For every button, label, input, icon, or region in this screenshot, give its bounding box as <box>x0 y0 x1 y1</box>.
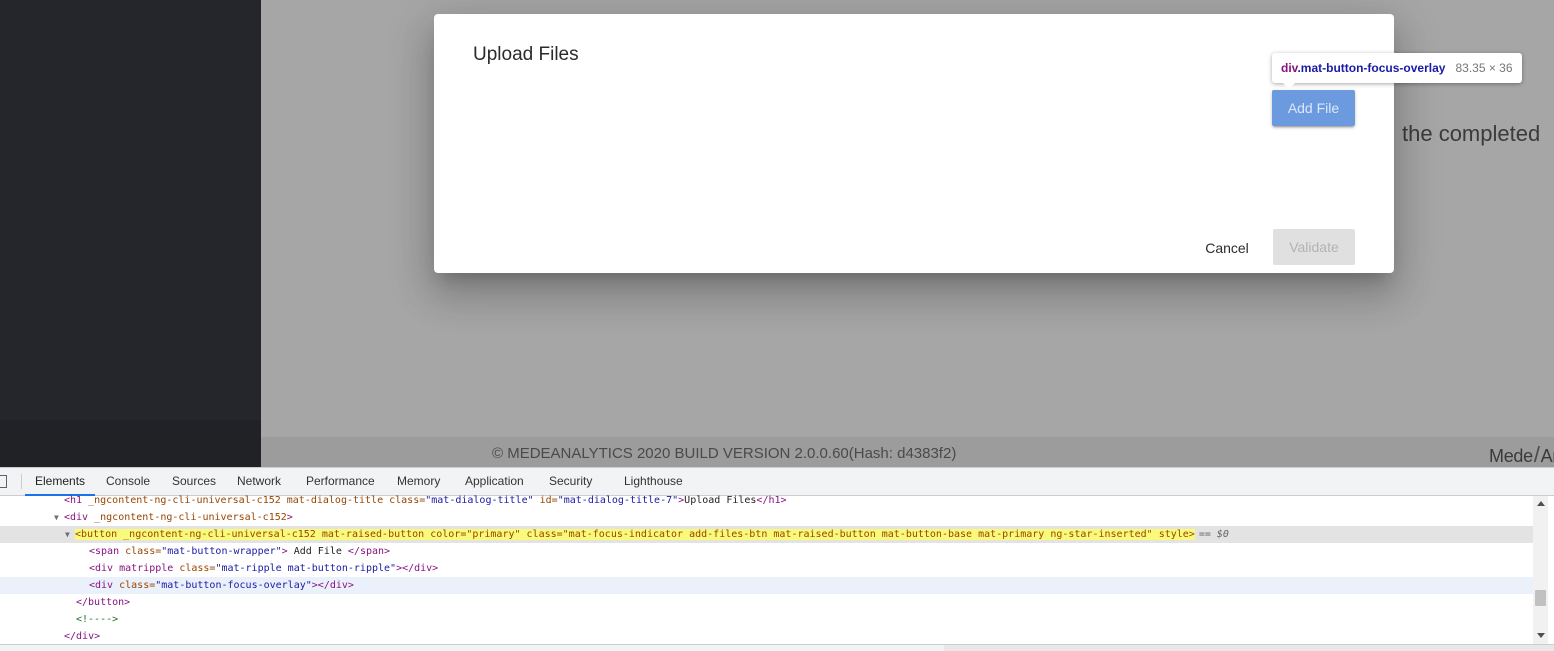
sidebar-bottom-strip <box>0 420 261 467</box>
dom-attr: class= <box>125 546 162 557</box>
tooltip-dimensions: 83.35 × 36 <box>1455 61 1513 75</box>
dom-line-h1[interactable]: <h1 _ngcontent-ng-cli-universal-c152 mat… <box>0 492 1533 509</box>
dom-line-button-selected[interactable]: ▼ <button _ngcontent-ng-cli-universal-c15… <box>0 526 1533 543</box>
dom-selected-marker: == $0 <box>1198 529 1229 540</box>
dom-text: Add File <box>287 546 348 557</box>
tab-performance[interactable]: Performance <box>306 468 375 495</box>
tab-application[interactable]: Application <box>465 468 524 495</box>
tooltip-class: .mat-button-focus-overlay <box>1297 61 1446 75</box>
device-toggle-icon[interactable] <box>0 475 7 488</box>
dom-attr: _ngcontent-ng-cli-universal-c152 <box>94 512 287 523</box>
dom-text: Upload Files <box>684 495 757 506</box>
tooltip-tag: div <box>1281 61 1298 75</box>
footer-logo-left: Mede <box>1489 446 1533 466</box>
tab-sources[interactable]: Sources <box>172 468 216 495</box>
inspect-tooltip: div.mat-button-focus-overlay 83.35 × 36 <box>1272 53 1522 83</box>
dom-line-comment[interactable]: <!----> <box>0 611 1533 628</box>
validate-button[interactable]: Validate <box>1273 229 1355 265</box>
scroll-down-icon[interactable] <box>1537 633 1545 638</box>
dom-tag: </div> <box>64 631 101 642</box>
expand-triangle-icon[interactable]: ▼ <box>54 509 64 526</box>
dom-tag: <div matripple <box>89 563 180 574</box>
tooltip-arrow <box>1282 82 1296 89</box>
dom-tag: <h1 <box>64 495 89 506</box>
dom-attr: id= <box>533 495 558 506</box>
footer-logo: Mede/An <box>1489 442 1554 467</box>
scroll-up-icon[interactable] <box>1537 501 1545 506</box>
dom-attr: _ngcontent-ng-cli-universal-c152 mat-dia… <box>88 495 390 506</box>
dom-tag: <span <box>89 546 126 557</box>
dom-attr: class= <box>389 495 426 506</box>
dom-tag: > <box>286 512 293 523</box>
tab-security[interactable]: Security <box>549 468 592 495</box>
dom-line-span[interactable]: <span class="mat-button-wrapper"> Add Fi… <box>0 543 1533 560</box>
dom-line-ripple[interactable]: <div matripple class="mat-ripple mat-but… <box>0 560 1533 577</box>
dom-line-button-close[interactable]: </button> <box>0 594 1533 611</box>
sidebar <box>0 0 261 467</box>
dom-line-focus-overlay[interactable]: <div class="mat-button-focus-overlay"></… <box>0 577 1533 594</box>
devtools-bottom-bar <box>0 644 1554 651</box>
cancel-button[interactable]: Cancel <box>1196 230 1258 266</box>
dom-attr-value: "mat-button-focus-overlay" <box>155 580 312 591</box>
dom-attr-value: "mat-ripple mat-button-ripple" <box>215 563 397 574</box>
expand-triangle-icon[interactable]: ▼ <box>65 526 75 543</box>
tab-memory[interactable]: Memory <box>397 468 440 495</box>
dom-line-div-close[interactable]: </div> <box>0 628 1533 645</box>
dom-tag: ></div> <box>396 563 439 574</box>
tab-separator <box>21 474 22 489</box>
dom-tag: </h1> <box>756 495 787 506</box>
dom-attr-value: "mat-dialog-title" <box>425 495 534 506</box>
dom-tag: <div <box>64 512 95 523</box>
background-page-text: the completed <box>1383 121 1540 147</box>
dom-attr-value: "mat-dialog-title-7" <box>557 495 679 506</box>
tab-lighthouse[interactable]: Lighthouse <box>624 468 683 495</box>
dom-attr: class= <box>179 563 216 574</box>
dom-tag: </span> <box>347 546 391 557</box>
dom-tag: <div <box>89 580 120 591</box>
add-file-button[interactable]: Add File <box>1272 90 1355 126</box>
devtools-bottom-right <box>944 645 1554 651</box>
background-text-label: the completed <box>1402 121 1541 146</box>
page-footer: © MEDEANALYTICS 2020 BUILD VERSION 2.0.0… <box>261 437 1554 467</box>
dom-line-div[interactable]: ▼ <div _ngcontent-ng-cli-universal-c152> <box>0 509 1533 526</box>
dom-tag: ></div> <box>311 580 354 591</box>
footer-logo-right: An <box>1540 446 1554 466</box>
tooltip-selector: div.mat-button-focus-overlay <box>1281 61 1445 75</box>
scrollbar-thumb[interactable] <box>1535 590 1546 606</box>
dom-button-tag: <button _ngcontent-ng-cli-universal-c152… <box>75 529 1195 540</box>
button-focus-overlay <box>1272 90 1355 126</box>
dom-tree: <h1 _ngcontent-ng-cli-universal-c152 mat… <box>0 495 1533 645</box>
upload-files-dialog: Upload Files Add File Cancel Validate <box>434 14 1394 273</box>
tab-elements[interactable]: Elements <box>24 468 96 496</box>
dom-comment: <!----> <box>76 614 119 625</box>
dom-attr: class= <box>119 580 156 591</box>
tab-console[interactable]: Console <box>106 468 150 495</box>
devtools-panel: Elements Console Sources Network Perform… <box>0 467 1554 651</box>
dom-scrollbar[interactable] <box>1533 496 1548 644</box>
tab-network[interactable]: Network <box>237 468 281 495</box>
dom-tag: </button> <box>76 597 131 608</box>
dialog-title: Upload Files <box>473 44 579 65</box>
footer-copyright: © MEDEANALYTICS 2020 BUILD VERSION 2.0.0… <box>492 445 957 462</box>
logo-slash-icon: / <box>1533 442 1540 467</box>
dom-attr-value: "mat-button-wrapper" <box>161 546 282 557</box>
